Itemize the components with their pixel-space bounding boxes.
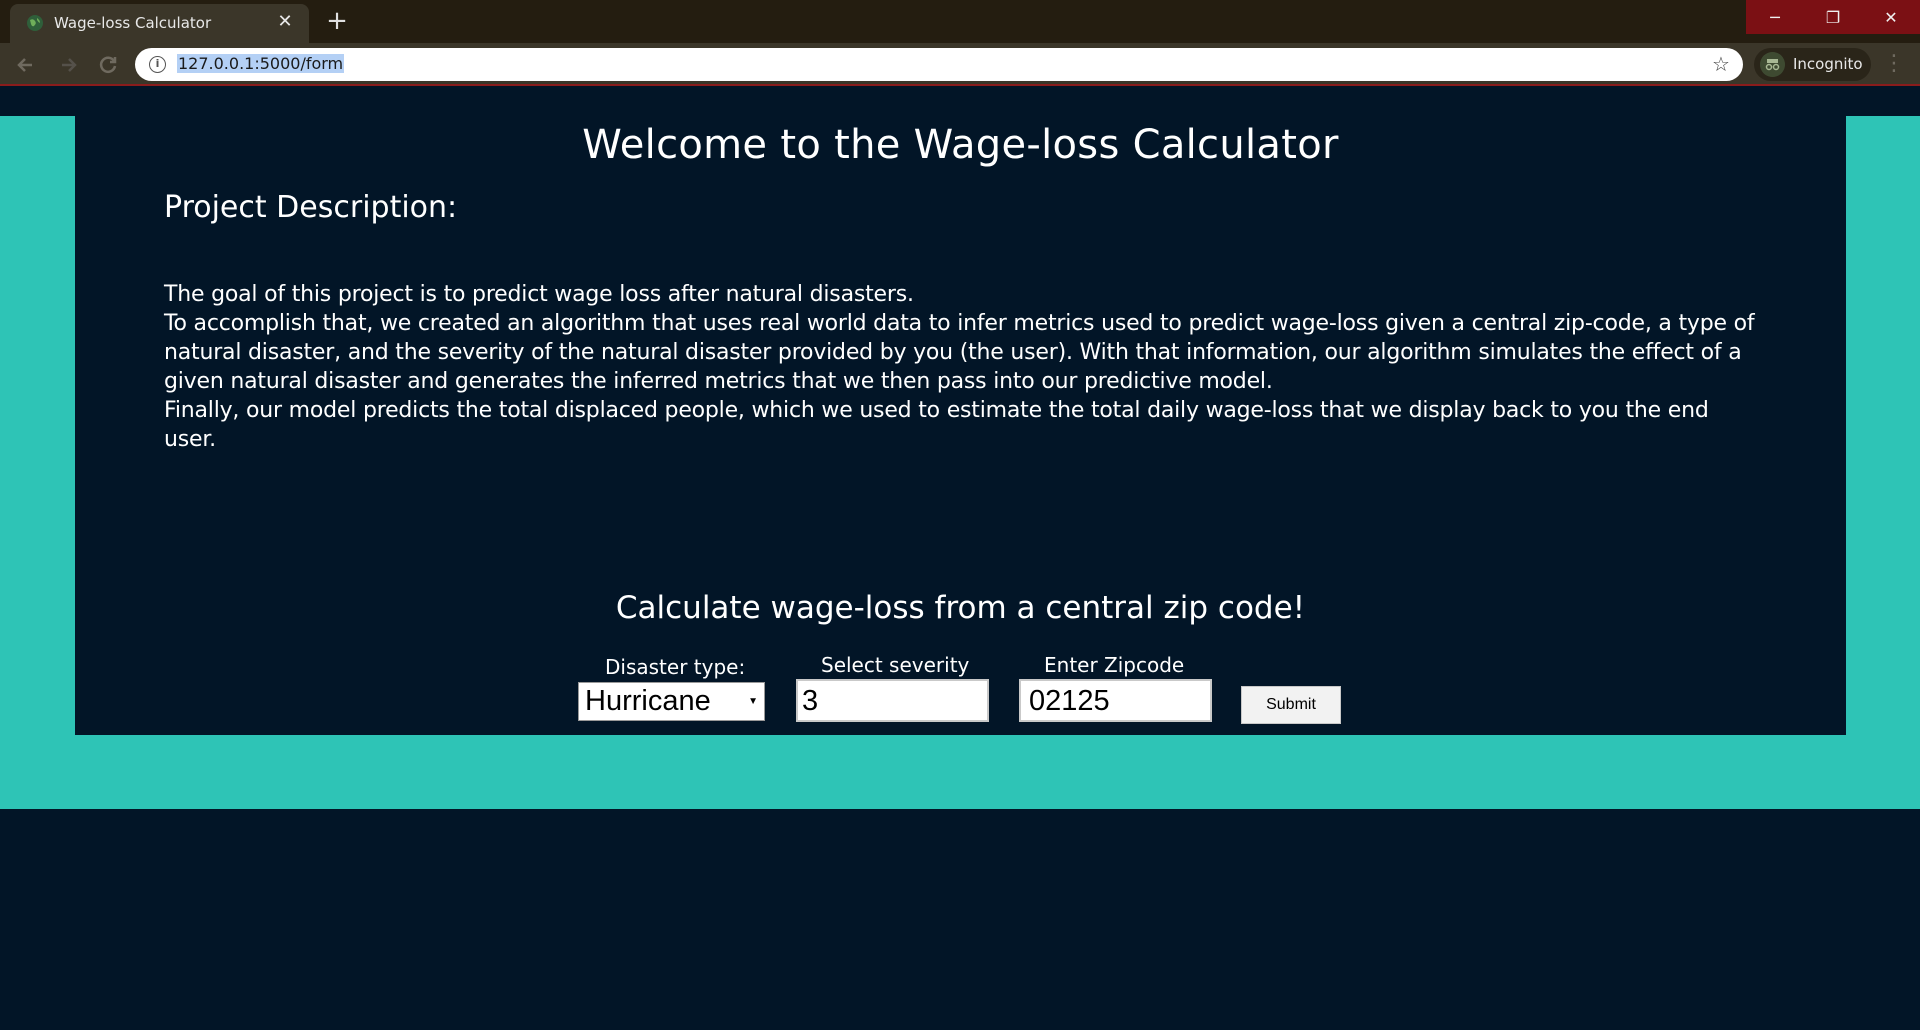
window-controls: ─ ❐ ✕ <box>1746 0 1920 34</box>
window-close-icon[interactable]: ✕ <box>1862 0 1920 34</box>
incognito-label: Incognito <box>1793 55 1863 73</box>
restore-icon[interactable]: ❐ <box>1804 0 1862 34</box>
zipcode-input[interactable]: 02125 <box>1019 679 1212 722</box>
forward-arrow-icon[interactable] <box>54 51 82 79</box>
url-text[interactable]: 127.0.0.1:5000/form <box>177 54 345 73</box>
submit-button[interactable]: Submit <box>1241 686 1341 724</box>
main-panel: Welcome to the Wage-loss Calculator Proj… <box>75 116 1846 735</box>
zipcode-label: Enter Zipcode <box>1044 653 1185 677</box>
page-viewport: Welcome to the Wage-loss Calculator Proj… <box>0 88 1920 1030</box>
disaster-type-label: Disaster type: <box>605 655 746 679</box>
incognito-badge[interactable]: Incognito <box>1754 48 1871 81</box>
disaster-type-value: Hurricane <box>585 685 711 717</box>
browser-tab[interactable]: Wage-loss Calculator ✕ <box>10 4 309 43</box>
disaster-type-select[interactable]: Hurricane ▼ <box>578 682 765 721</box>
dropdown-arrow-icon: ▼ <box>748 696 758 707</box>
reload-icon[interactable] <box>94 51 122 79</box>
address-bar[interactable]: i 127.0.0.1:5000/form ☆ <box>135 48 1743 81</box>
bookmark-star-icon[interactable]: ☆ <box>1709 52 1733 76</box>
tab-close-icon[interactable]: ✕ <box>275 12 295 32</box>
browser-titlebar: Wage-loss Calculator ✕ + ─ ❐ ✕ <box>0 0 1920 43</box>
menu-dots-icon[interactable]: ⋮ <box>1882 49 1906 79</box>
back-arrow-icon[interactable] <box>12 51 40 79</box>
severity-input[interactable]: 3 <box>796 679 989 722</box>
browser-toolbar: i 127.0.0.1:5000/form ☆ Incognito ⋮ <box>0 43 1920 86</box>
minimize-icon[interactable]: ─ <box>1746 0 1804 34</box>
wage-loss-form: Disaster type: Select severity Enter Zip… <box>75 116 1846 735</box>
info-icon[interactable]: i <box>149 56 166 73</box>
new-tab-button[interactable]: + <box>322 8 352 34</box>
severity-label: Select severity <box>821 653 970 677</box>
tab-title: Wage-loss Calculator <box>54 14 212 32</box>
globe-favicon-icon <box>27 15 43 31</box>
incognito-icon <box>1760 52 1785 77</box>
